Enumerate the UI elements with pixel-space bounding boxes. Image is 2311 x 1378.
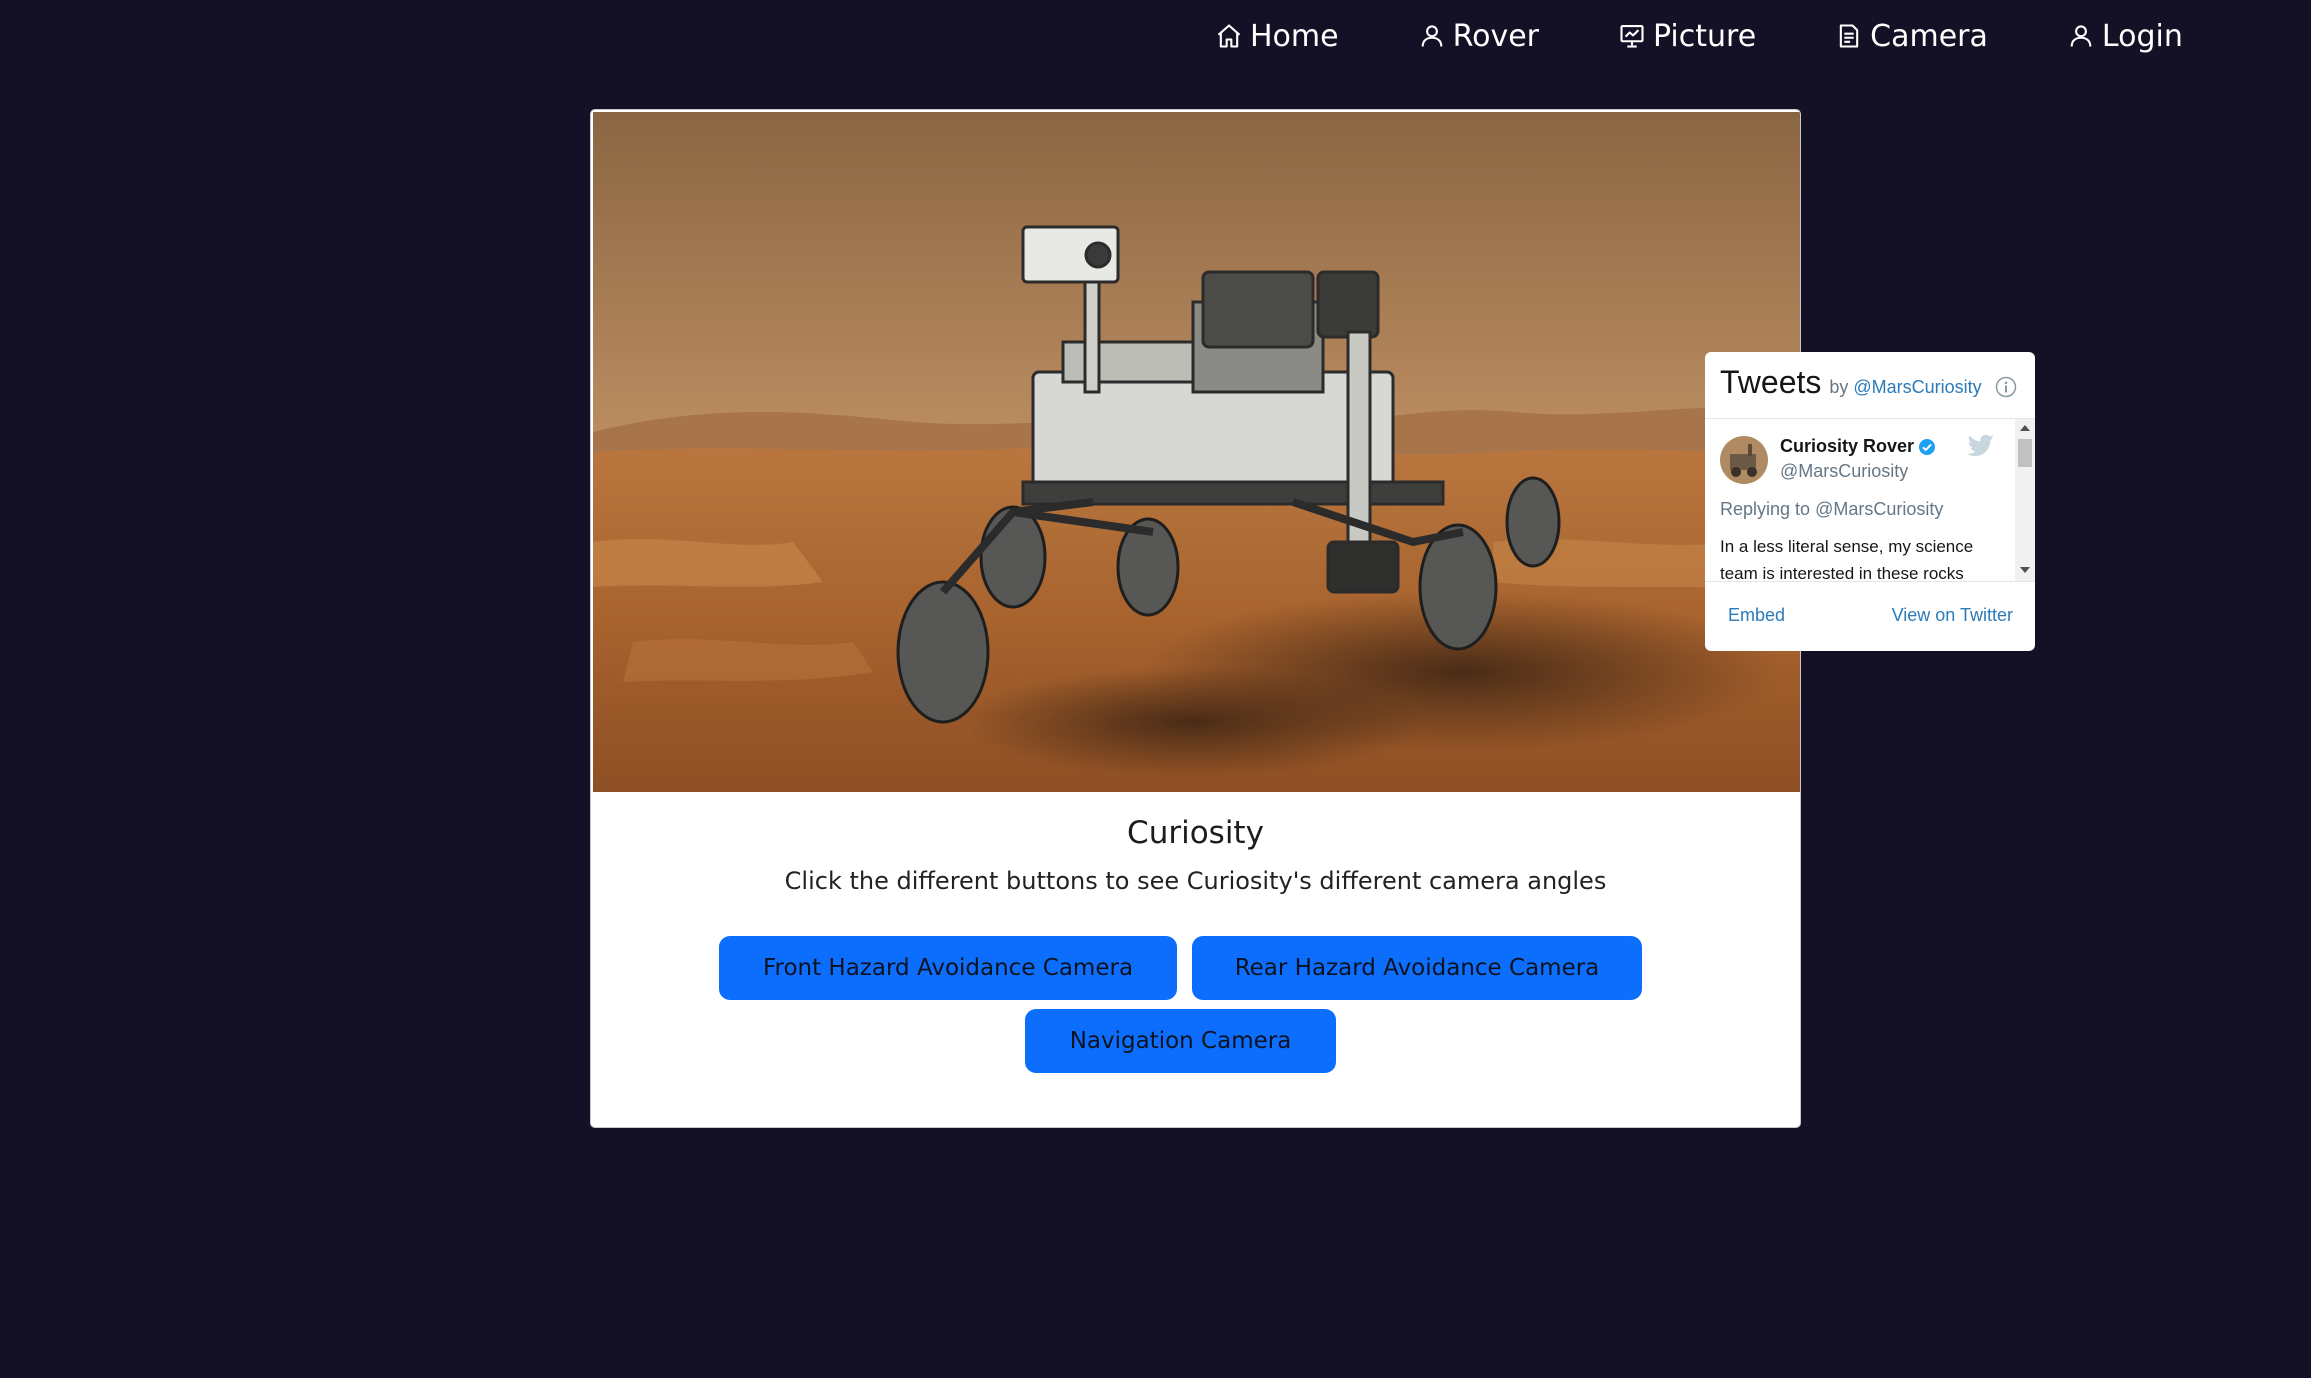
mars-rover-illustration bbox=[593, 112, 1800, 792]
chart-board-icon bbox=[1618, 22, 1646, 50]
top-nav: Home Rover Picture Camera Login bbox=[1215, 14, 2183, 58]
document-icon bbox=[1835, 22, 1863, 50]
rear-hazard-camera-button[interactable]: Rear Hazard Avoidance Camera bbox=[1192, 936, 1642, 1000]
verified-badge-icon bbox=[1918, 438, 1936, 456]
tweet-author-username[interactable]: @MarsCuriosity bbox=[1780, 461, 1908, 482]
nav-camera[interactable]: Camera bbox=[1835, 19, 1988, 54]
reply-to-link[interactable]: @MarsCuriosity bbox=[1815, 499, 1943, 519]
twitter-bird-icon[interactable] bbox=[1967, 434, 1995, 458]
nav-rover[interactable]: Rover bbox=[1418, 19, 1539, 54]
tweets-handle-link[interactable]: @MarsCuriosity bbox=[1853, 377, 1981, 398]
nav-picture-label: Picture bbox=[1653, 18, 1757, 54]
tweet-list[interactable]: Curiosity Rover @MarsCuriosity Replying … bbox=[1705, 419, 2035, 581]
scrollbar-thumb[interactable] bbox=[2018, 439, 2032, 467]
nav-picture[interactable]: Picture bbox=[1618, 19, 1756, 54]
rover-image bbox=[593, 112, 1800, 792]
rover-card: Curiosity Click the different buttons to… bbox=[590, 109, 1801, 1128]
twitter-widget-header: Tweets by @MarsCuriosity bbox=[1720, 364, 2020, 404]
avatar[interactable] bbox=[1720, 436, 1768, 484]
tweet-text: In a less literal sense, my science team… bbox=[1720, 537, 1974, 581]
tweets-by-label: by bbox=[1829, 377, 1849, 397]
nav-rover-label: Rover bbox=[1452, 18, 1539, 54]
info-icon[interactable] bbox=[1995, 376, 2017, 398]
front-hazard-camera-button[interactable]: Front Hazard Avoidance Camera bbox=[719, 936, 1177, 1000]
card-title: Curiosity bbox=[1127, 815, 1264, 851]
tweet-list-scrollbar[interactable] bbox=[2015, 419, 2035, 581]
view-on-twitter-link[interactable]: View on Twitter bbox=[1892, 605, 2013, 626]
nav-login-label: Login bbox=[2101, 18, 2183, 54]
scroll-down-arrow-icon[interactable] bbox=[2020, 567, 2030, 573]
user-icon bbox=[2067, 22, 2095, 50]
nav-login[interactable]: Login bbox=[2067, 19, 2183, 54]
navigation-camera-button[interactable]: Navigation Camera bbox=[1025, 1009, 1336, 1073]
nav-home[interactable]: Home bbox=[1215, 19, 1339, 54]
reply-prefix: Replying to bbox=[1720, 499, 1811, 519]
user-icon bbox=[1418, 22, 1446, 50]
footer-divider bbox=[1705, 581, 2035, 582]
embed-link[interactable]: Embed bbox=[1728, 605, 1785, 626]
nav-camera-label: Camera bbox=[1870, 18, 1988, 54]
twitter-timeline-widget: Tweets by @MarsCuriosity Curiosity Rover… bbox=[1705, 352, 2035, 651]
home-icon bbox=[1215, 22, 1243, 50]
card-subtitle: Click the different buttons to see Curio… bbox=[784, 867, 1607, 895]
scroll-up-arrow-icon[interactable] bbox=[2020, 425, 2030, 431]
reply-context: Replying to @MarsCuriosity bbox=[1720, 499, 1943, 520]
tweet-author-name[interactable]: Curiosity Rover bbox=[1780, 436, 1914, 457]
tweets-title: Tweets bbox=[1720, 364, 1822, 400]
nav-home-label: Home bbox=[1250, 18, 1339, 54]
